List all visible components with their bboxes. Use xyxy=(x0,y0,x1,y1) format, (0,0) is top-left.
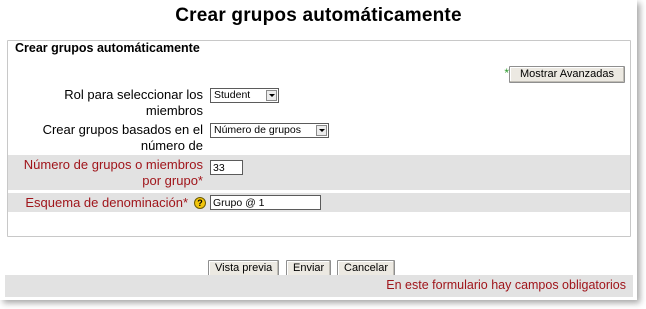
fieldset-legend: Crear grupos automáticamente xyxy=(13,41,202,55)
naming-label: Esquema de denominación* xyxy=(25,195,188,210)
number-label-line1: Número de grupos o miembros xyxy=(23,157,203,172)
role-select-value: Student xyxy=(214,89,251,101)
required-note: En este formulario hay campos obligatori… xyxy=(386,278,626,292)
role-select[interactable]: Student xyxy=(210,88,279,103)
number-label: Número de grupos o miembros por grupo* xyxy=(8,157,203,189)
based-on-label-line1: Crear grupos basados en el xyxy=(42,122,203,137)
naming-input[interactable] xyxy=(210,195,321,210)
role-label-line1: Rol para seleccionar los xyxy=(64,87,203,102)
based-on-label-line2: número de xyxy=(140,138,203,153)
based-on-select-value: Número de grupos xyxy=(214,124,301,136)
help-icon[interactable]: ? xyxy=(194,197,206,209)
based-on-label: Crear grupos basados en el número de xyxy=(8,122,203,154)
show-advanced-button[interactable]: Mostrar Avanzadas xyxy=(509,66,625,83)
number-input[interactable] xyxy=(210,160,243,175)
number-label-line2: por grupo* xyxy=(142,173,203,188)
based-on-row: Crear grupos basados en el número de Núm… xyxy=(8,120,630,154)
number-row: Número de grupos o miembros por grupo* xyxy=(8,155,630,190)
role-label: Rol para seleccionar los miembros xyxy=(8,87,203,119)
chevron-down-icon[interactable] xyxy=(266,90,277,101)
required-note-bar: En este formulario hay campos obligatori… xyxy=(5,275,633,297)
role-label-line2: miembros xyxy=(145,103,203,118)
based-on-select[interactable]: Número de grupos xyxy=(210,123,329,138)
naming-row: Esquema de denominación* ? xyxy=(8,193,630,212)
page-title: Crear grupos automáticamente xyxy=(175,5,462,26)
form-page: Crear grupos automáticamente Crear grupo… xyxy=(0,0,637,300)
role-row: Rol para seleccionar los miembros Studen… xyxy=(8,86,630,118)
chevron-down-icon[interactable] xyxy=(316,125,327,136)
